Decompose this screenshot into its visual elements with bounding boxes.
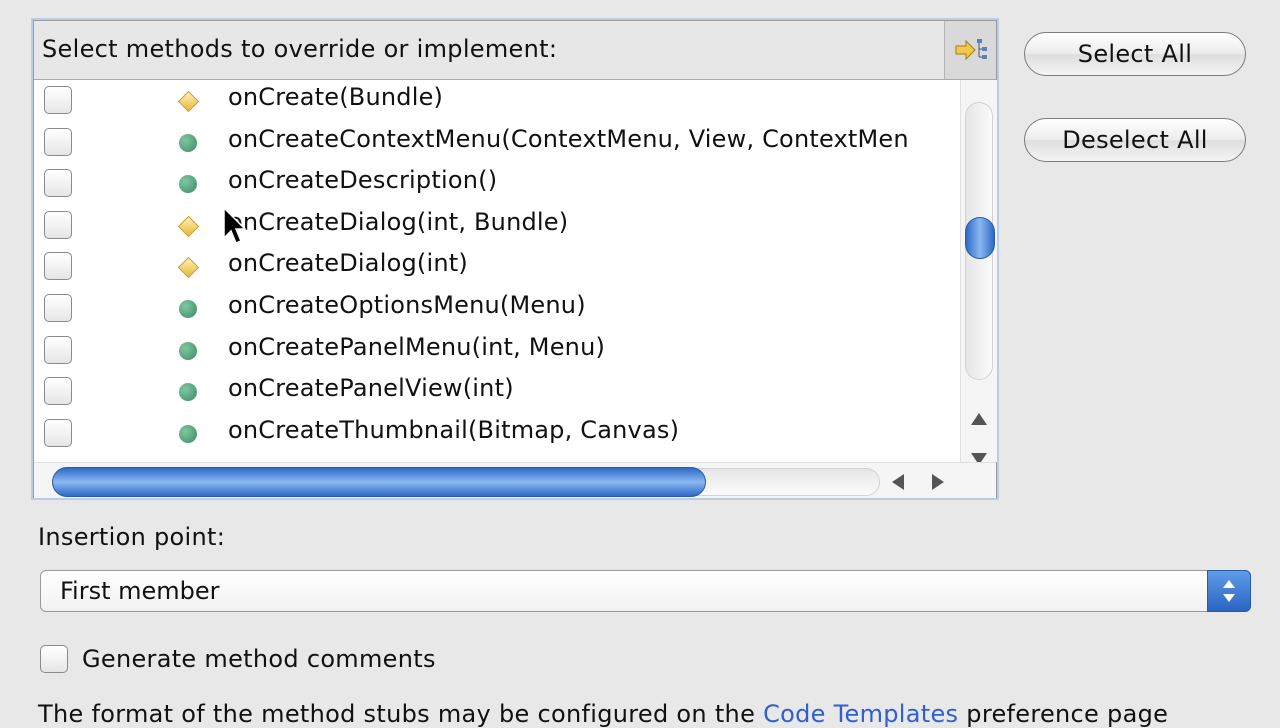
insertion-point-value: First member <box>60 577 220 605</box>
method-checkbox[interactable] <box>44 294 72 322</box>
horizontal-scroll-thumb[interactable] <box>52 467 706 497</box>
method-row[interactable]: onCreateContextMenu(ContextMenu, View, C… <box>34 122 959 163</box>
method-checkbox[interactable] <box>44 418 72 447</box>
method-name: onCreatePanelMenu(int, Menu) <box>228 332 606 361</box>
footer-text: The format of the method stubs may be co… <box>38 700 1168 728</box>
horizontal-scrollbar[interactable] <box>34 462 996 498</box>
method-checkbox[interactable] <box>44 335 72 364</box>
method-name: onCreateDescription() <box>228 166 498 195</box>
method-checkbox[interactable] <box>44 377 72 406</box>
method-checkbox[interactable] <box>44 210 72 239</box>
methods-tree-panel: Select methods to override or implement:… <box>33 20 997 498</box>
scroll-left-arrow-icon[interactable] <box>890 473 906 491</box>
public-method-icon <box>179 341 197 360</box>
method-name: onCreateDialog(int, Bundle) <box>228 207 569 236</box>
method-row[interactable]: onCreateDialog(int) <box>34 246 959 287</box>
method-name: onCreateDialog(int) <box>228 249 468 278</box>
method-row[interactable]: onCreateOptionsMenu(Menu) <box>34 288 959 329</box>
method-row[interactable]: onCreateDialog(int, Bundle) <box>34 205 959 246</box>
method-checkbox[interactable] <box>44 252 72 281</box>
code-templates-link[interactable]: Code Templates <box>763 700 958 728</box>
expand-tree-button[interactable] <box>944 21 996 79</box>
protected-method-icon <box>177 215 200 237</box>
method-row[interactable]: onCreatePanelView(int) <box>34 371 959 412</box>
public-method-icon <box>179 383 197 402</box>
deselect-all-button[interactable]: Deselect All <box>1024 118 1246 162</box>
insertion-point-label: Insertion point: <box>38 523 226 551</box>
method-checkbox[interactable] <box>44 127 72 156</box>
protected-method-icon <box>177 90 200 113</box>
method-name: onCreatePanelView(int) <box>228 374 514 403</box>
scroll-up-arrow-icon[interactable] <box>970 411 988 427</box>
generate-comments-checkbox[interactable] <box>40 645 68 673</box>
method-row[interactable]: onCreateDescription() <box>34 163 959 204</box>
method-name: onCreateThumbnail(Bitmap, Canvas) <box>228 415 680 444</box>
vertical-scrollbar[interactable] <box>960 80 997 465</box>
footer-text-after: preference page <box>958 700 1169 728</box>
method-checkbox[interactable] <box>44 86 72 114</box>
public-method-icon <box>179 424 197 443</box>
select-all-button[interactable]: Select All <box>1024 32 1246 76</box>
panel-title: Select methods to override or implement: <box>42 35 558 63</box>
method-name: onCreateOptionsMenu(Menu) <box>228 291 586 319</box>
expand-tree-icon <box>955 39 987 61</box>
method-row[interactable]: onCreateThumbnail(Bitmap, Canvas) <box>34 413 959 454</box>
select-stepper[interactable] <box>1207 570 1251 612</box>
protected-method-icon <box>177 257 200 279</box>
method-name: onCreate(Bundle) <box>228 83 444 111</box>
mouse-pointer-icon <box>223 206 247 244</box>
insertion-point-select[interactable]: First member <box>40 570 1251 612</box>
footer-text-before: The format of the method stubs may be co… <box>38 700 764 728</box>
method-name: onCreateContextMenu(ContextMenu, View, C… <box>228 124 909 153</box>
method-row[interactable]: onCreate(Bundle) <box>34 80 959 121</box>
vertical-scroll-thumb[interactable] <box>965 217 995 259</box>
method-checkbox[interactable] <box>44 169 72 198</box>
public-method-icon <box>179 175 197 194</box>
up-down-arrows-icon <box>1223 580 1235 602</box>
public-method-icon <box>179 133 197 152</box>
method-row[interactable]: onCreatePanelMenu(int, Menu) <box>34 330 959 371</box>
method-list: onCreate(Bundle) onCreateContextMenu(Cont… <box>34 80 959 462</box>
panel-header: Select methods to override or implement: <box>34 21 996 80</box>
scroll-right-arrow-icon[interactable] <box>930 473 946 491</box>
public-method-icon <box>179 300 197 318</box>
generate-comments-label[interactable]: Generate method comments <box>82 645 436 673</box>
